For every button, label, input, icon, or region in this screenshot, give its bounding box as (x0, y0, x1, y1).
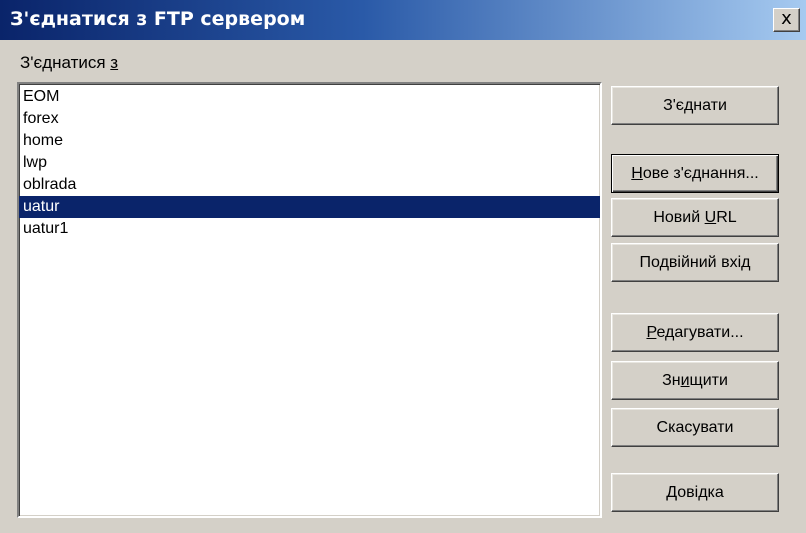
delete-label-prefix: Зн (662, 372, 681, 389)
new-url-label-rest: RL (716, 209, 737, 226)
close-icon: x (781, 8, 792, 29)
connect-button[interactable]: З'єднати (611, 86, 779, 125)
cancel-button[interactable]: Скасувати (611, 408, 779, 447)
title-bar[interactable]: З'єднатися з FTP сервером x (0, 0, 806, 40)
new-connection-button[interactable]: Нове з'єднання... (611, 154, 779, 193)
help-button-label: Довідка (666, 484, 724, 501)
edit-mnemonic: Р (646, 324, 657, 341)
list-item[interactable]: EOM (19, 86, 600, 108)
delete-label-rest: щити (689, 372, 728, 389)
list-item[interactable]: uatur1 (19, 218, 600, 240)
delete-mnemonic: и (680, 372, 690, 389)
delete-button[interactable]: Знищити (611, 361, 779, 400)
close-button[interactable]: x (773, 8, 800, 32)
new-url-button[interactable]: Новий URL (611, 198, 779, 237)
new-connection-label: ове з'єднання... (642, 165, 759, 182)
connect-button-label: З'єднати (663, 97, 727, 114)
list-item[interactable]: lwp (19, 152, 600, 174)
double-login-label: Подвійний вхід (639, 254, 751, 271)
ftp-connect-dialog: З'єднатися з FTP сервером x З'єднатися з… (0, 0, 806, 533)
edit-button[interactable]: Редагувати... (611, 313, 779, 352)
new-url-mnemonic: U (704, 209, 717, 226)
help-button[interactable]: Довідка (611, 473, 779, 512)
connect-with-mnemonic: з (110, 53, 119, 72)
edit-label: едагувати... (656, 324, 744, 341)
connect-with-label-text: З'єднатися (20, 53, 111, 72)
connections-listbox[interactable]: EOM forex home lwp oblrada uatur uatur1 (17, 82, 602, 518)
list-item[interactable]: uatur (19, 196, 600, 218)
cancel-button-label: Скасувати (656, 419, 734, 436)
list-item[interactable]: oblrada (19, 174, 600, 196)
double-login-button[interactable]: Подвійний вхід (611, 243, 779, 282)
list-item[interactable]: forex (19, 108, 600, 130)
new-url-label-prefix: Новий (653, 209, 705, 226)
list-item[interactable]: home (19, 130, 600, 152)
connect-with-label: З'єднатися з (20, 53, 118, 73)
dialog-title: З'єднатися з FTP сервером (10, 8, 306, 30)
new-connection-mnemonic: Н (631, 165, 643, 182)
